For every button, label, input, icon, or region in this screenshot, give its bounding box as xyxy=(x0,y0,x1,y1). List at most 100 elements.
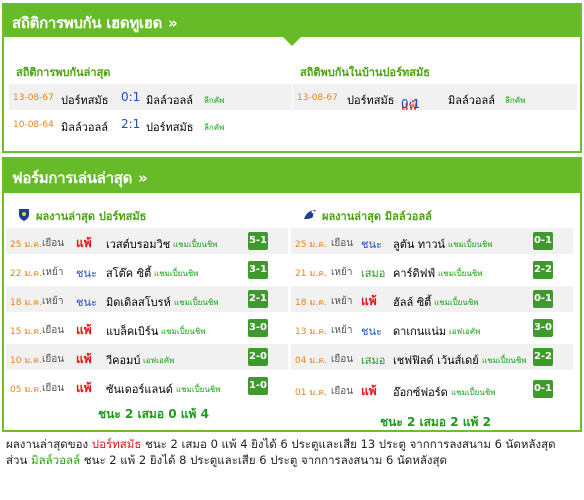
form-row[interactable]: 18 ม.ค. เหย้า แพ้ ฮัลล์ ซิตี้ แชมเปี้ยนชิพ 0-… xyxy=(291,286,573,312)
team-link-portsmouth[interactable]: ปอร์ทสมัธ xyxy=(92,437,142,451)
score-badge[interactable]: 2-2 xyxy=(533,261,553,279)
opponent-team[interactable]: เวสต์บรอมวิช xyxy=(106,235,170,253)
form-row[interactable]: 21 ม.ค. เหย้า เสมอ คาร์ดิฟฟ์ แชมเปี้ยนชิพ 2-2 xyxy=(291,257,573,283)
h2h-recent-row[interactable]: 10-08-64 มิลล์วอลล์ 2:1 ปอร์ทสมัธ ลีกคัพ xyxy=(9,111,292,137)
result-label: แพ้ xyxy=(76,352,92,366)
away-team[interactable]: มิลล์วอลล์ xyxy=(146,91,193,109)
match-date: 18 ม.ค. xyxy=(295,298,327,308)
h2h-title: สถิติการพบกัน เฮดทูเฮด xyxy=(12,14,163,32)
venue-label: เยือน xyxy=(42,354,65,365)
venue-label: เหย้า xyxy=(331,325,353,336)
opponent-team[interactable]: วีคอมบ์ xyxy=(106,351,140,369)
score-badge[interactable]: 2-0 xyxy=(248,348,268,366)
opponent-team[interactable]: มิดเดิลสโบรห์ xyxy=(106,293,171,311)
chevron-right-icon: » xyxy=(138,169,148,187)
venue-label: เยือน xyxy=(331,238,354,249)
opponent-team[interactable]: ฮัลล์ ซิตี้ xyxy=(393,293,431,311)
home-team[interactable]: มิลล์วอลล์ xyxy=(61,118,108,136)
match-date: 18 ม.ค. xyxy=(10,298,42,308)
h2h-home-row[interactable]: 13-08-67 ปอร์ทสมัธ แพ้ 0:1 มิลล์วอลล์ ลี… xyxy=(293,84,577,113)
opponent-team[interactable]: เชฟฟิลด์ เว้นส์เดย์ xyxy=(393,351,479,369)
form-row[interactable]: 13 ม.ค. เหย้า ชนะ ดาเกนแน่ม เอฟเอคัพ 3-0 xyxy=(291,315,573,341)
venue-label: เหย้า xyxy=(331,296,353,307)
form-title: ฟอร์มการเล่นล่าสุด xyxy=(12,169,133,187)
form-row[interactable]: 18 ม.ค. เหย้า ชนะ มิดเดิลสโบรห์ แชมเปี้ยนชิพ… xyxy=(6,286,288,312)
match-date: 25 ม.ค. xyxy=(295,240,327,250)
match-date: 21 ม.ค. xyxy=(295,269,327,279)
match-date: 10 ม.ค. xyxy=(10,356,42,366)
league-name: แชมเปี้ยนชิพ xyxy=(174,298,219,307)
score-badge[interactable]: 5-1 xyxy=(248,232,268,250)
form-row[interactable]: 04 ม.ค. เยือน เสมอ เชฟฟิลด์ เว้นส์เดย์ แชมเป… xyxy=(291,344,573,370)
result-label: แพ้ xyxy=(76,323,92,337)
score-badge[interactable]: 1-0 xyxy=(248,377,268,395)
form-row[interactable]: 22 ม.ค. เหย้า ชนะ สโต๊ค ซิตี้ แชมเปี้ยนชิพ 3-… xyxy=(6,257,288,283)
form-header: ฟอร์มการเล่นล่าสุด » xyxy=(4,159,580,193)
home-team[interactable]: ปอร์ทสมัธ xyxy=(347,91,394,109)
score-badge[interactable]: 0-1 xyxy=(533,290,553,308)
result-label: ชนะ xyxy=(361,325,382,338)
opponent-team[interactable]: แบล็คเบิร์น xyxy=(106,322,158,340)
form-row[interactable]: 10 ม.ค. เยือน แพ้ วีคอมบ์ เอฟเอคัพ 2-0 xyxy=(6,344,288,370)
form-row[interactable]: 01 ม.ค. เยือน แพ้ อ๊อกซ์ฟอร์ด แชมเปี้ยนชิพ 0-… xyxy=(291,376,573,402)
h2h-home-title: สถิติพบกันในบ้านปอร์ทสมัธ xyxy=(300,66,430,79)
form-right-title: ผลงานล่าสุด มิลล์วอลล์ xyxy=(322,210,432,223)
form-left-title: ผลงานล่าสุด ปอร์ทสมัธ xyxy=(36,210,147,223)
league-name: แชมเปี้ยนชิพ xyxy=(161,327,206,336)
summary-line-prefix: ส่วน xyxy=(6,453,31,467)
opponent-team[interactable]: ซันเดอร์แลนด์ xyxy=(106,380,173,398)
league-name: แชมเปี้ยนชิพ xyxy=(173,240,218,249)
opponent-team[interactable]: ดาเกนแน่ม xyxy=(393,322,446,340)
league-name: เอฟเอคัพ xyxy=(449,327,481,336)
opponent-team[interactable]: ลูตัน ทาวน์ xyxy=(393,235,445,253)
match-score: 0:1 xyxy=(121,90,141,104)
home-team[interactable]: ปอร์ทสมัธ xyxy=(61,91,108,109)
result-label: ชนะ xyxy=(76,296,97,309)
form-row[interactable]: 15 ม.ค. เยือน แพ้ แบล็คเบิร์น แชมเปี้ยนชิพ 3-… xyxy=(6,315,288,341)
match-date: 25 ม.ค. xyxy=(10,240,42,250)
venue-label: เยือน xyxy=(331,354,354,365)
league-name: ลีกคัพ xyxy=(204,123,225,132)
away-team[interactable]: มิลล์วอลล์ xyxy=(448,91,495,109)
score-badge[interactable]: 3-0 xyxy=(533,319,553,337)
league-name: ลีกคัพ xyxy=(505,96,526,105)
score-badge[interactable]: 0-1 xyxy=(533,380,553,398)
h2h-recent-row[interactable]: 13-08-67 ปอร์ทสมัธ 0:1 มิลล์วอลล์ ลีกคัพ xyxy=(9,84,292,110)
match-date: 10-08-64 xyxy=(13,120,54,130)
venue-label: เหย้า xyxy=(331,267,353,278)
league-name: แชมเปี้ยนชิพ xyxy=(482,356,527,365)
h2h-header: สถิติการพบกัน เฮดทูเฮด » xyxy=(4,5,580,37)
result-label: แพ้ xyxy=(76,236,92,250)
form-row[interactable]: 05 ม.ค. เยือน แพ้ ซันเดอร์แลนด์ แชมเปี้ยนชิพ… xyxy=(6,373,288,399)
result-label: แพ้ xyxy=(361,384,377,398)
opponent-team[interactable]: คาร์ดิฟฟ์ xyxy=(393,264,435,282)
score-badge[interactable]: 2-1 xyxy=(248,290,268,308)
summary-line-text: ชนะ 2 เสมอ 0 แพ้ 4 ยิงได้ 6 ประตูและเสีย… xyxy=(141,437,556,451)
score-badge[interactable]: 0-1 xyxy=(533,232,553,250)
match-date: 15 ม.ค. xyxy=(10,327,42,337)
result-label: เสมอ xyxy=(361,354,386,367)
score-badge[interactable]: 3-0 xyxy=(248,319,268,337)
team-link-millwall[interactable]: มิลล์วอลล์ xyxy=(31,453,80,467)
header-pointer xyxy=(283,37,301,46)
result-label: ชนะ xyxy=(76,267,97,280)
match-date: 04 ม.ค. xyxy=(295,356,327,366)
match-date: 01 ม.ค. xyxy=(295,388,327,398)
match-score: 2:1 xyxy=(121,117,141,131)
chevron-right-icon: » xyxy=(168,14,178,32)
venue-label: เยือน xyxy=(42,325,65,336)
away-team[interactable]: ปอร์ทสมัธ xyxy=(146,118,193,136)
opponent-team[interactable]: สโต๊ค ซิตี้ xyxy=(106,264,151,282)
score-badge[interactable]: 2-2 xyxy=(533,348,553,366)
score-badge[interactable]: 3-1 xyxy=(248,261,268,279)
match-date: 13-08-67 xyxy=(13,93,54,103)
result-label: ชนะ xyxy=(361,238,382,251)
league-name: แชมเปี้ยนชิพ xyxy=(176,385,221,394)
form-row[interactable]: 25 ม.ค. เยือน ชนะ ลูตัน ทาวน์ แชมเปี้ยนชิพ 0-… xyxy=(291,228,573,254)
league-name: เอฟเอคัพ xyxy=(143,356,175,365)
result-label: แพ้ xyxy=(76,381,92,395)
millwall-crest-icon xyxy=(303,206,317,225)
form-row[interactable]: 25 ม.ค. เยือน แพ้ เวสต์บรอมวิช แชมเปี้ยนชิพ 5… xyxy=(6,228,288,254)
venue-label: เหย้า xyxy=(42,296,64,307)
opponent-team[interactable]: อ๊อกซ์ฟอร์ด xyxy=(393,383,448,401)
